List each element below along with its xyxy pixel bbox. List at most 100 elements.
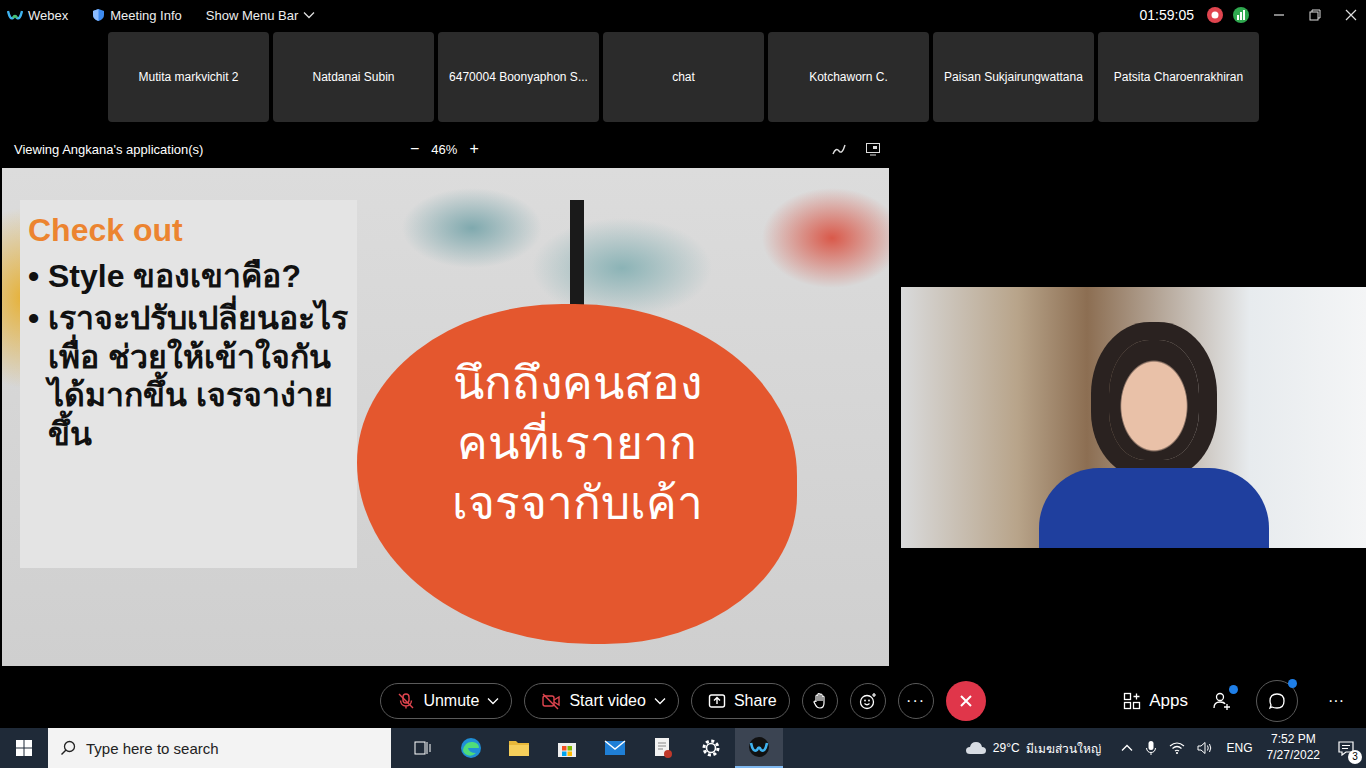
bullet-line: Style ของเขาคือ? — [48, 257, 301, 295]
microphone-icon[interactable] — [1145, 740, 1157, 756]
participant-tile[interactable]: Kotchaworn C. — [768, 32, 929, 122]
participant-tile[interactable]: Patsita Charoenrakhiran — [1098, 32, 1259, 122]
stats-icon[interactable] — [1232, 6, 1250, 24]
microphone-muted-icon — [397, 692, 415, 710]
webex-icon — [746, 736, 772, 758]
app-logo[interactable]: Webex — [7, 8, 68, 23]
recording-icon[interactable] — [1206, 6, 1224, 24]
clock[interactable]: 7:52 PM7/27/2022 — [1267, 732, 1320, 763]
file-explorer-button[interactable] — [495, 728, 543, 768]
more-options-button[interactable]: ··· — [898, 683, 934, 719]
content-area: Check out •Style ของเขาคือ? •เราจะปรับเปลี… — [0, 168, 1366, 666]
close-window-icon[interactable] — [1344, 8, 1358, 22]
webex-screen: Webex Meeting Info Show Menu Bar 01:59:05 Mu… — [0, 0, 1366, 768]
bubble-string — [570, 200, 584, 312]
search-placeholder: Type here to search — [86, 740, 219, 757]
gear-icon — [700, 737, 722, 759]
participant-tile[interactable]: Mutita markvichit 2 — [108, 32, 269, 122]
meeting-controls: Unmute Start video Share ··· Apps ··· — [0, 680, 1366, 716]
bullet-line: ขึ้น — [48, 415, 348, 453]
notifications-button[interactable]: 3 — [1326, 740, 1366, 756]
task-view-icon — [413, 739, 433, 757]
webex-taskbar-button[interactable] — [735, 728, 783, 768]
bullet-marker: • — [28, 299, 48, 453]
meeting-timer: 01:59:05 — [1140, 7, 1195, 23]
leave-meeting-button[interactable] — [946, 681, 986, 721]
smiley-icon — [859, 692, 877, 710]
pop-out-icon[interactable] — [865, 141, 881, 157]
participant-tile[interactable]: 6470004 Boonyaphon S... — [438, 32, 599, 122]
wifi-icon[interactable] — [1169, 741, 1185, 755]
share-label: Share — [734, 692, 777, 710]
share-button[interactable]: Share — [691, 683, 790, 719]
bullet-line: เราจะปรับเปลี่ยนอะไร — [48, 299, 348, 337]
share-bar: Viewing Angkana's application(s)−46%+ — [0, 136, 889, 162]
meeting-info-button[interactable]: Meeting Info — [92, 8, 182, 23]
slide-text-box: Check out •Style ของเขาคือ? •เราจะปรับเปลี… — [20, 200, 357, 568]
document-icon — [652, 736, 674, 760]
raise-hand-button[interactable] — [802, 683, 838, 719]
participants-button[interactable] — [1212, 691, 1232, 711]
unmute-button[interactable]: Unmute — [380, 683, 512, 719]
zoom-out-button[interactable]: − — [410, 140, 419, 158]
restore-icon[interactable] — [1308, 8, 1322, 22]
app-name: Webex — [28, 8, 68, 23]
annotate-icon[interactable] — [831, 141, 847, 157]
slide-heading: Check out — [28, 212, 351, 249]
slide-bullet: •เราจะปรับเปลี่ยนอะไรเพื่อ ช่วยให้เข้าใจ… — [28, 299, 351, 453]
chat-icon — [1267, 691, 1287, 711]
folder-icon — [507, 737, 531, 759]
volume-icon[interactable] — [1197, 741, 1213, 755]
input-language[interactable]: ENG — [1227, 741, 1253, 755]
edge-button[interactable] — [447, 728, 495, 768]
participant-name: 6470004 Boonyaphon S... — [449, 70, 588, 84]
title-bar: Webex Meeting Info Show Menu Bar 01:59:05 — [0, 0, 1366, 30]
bullet-line: ได้มากขึ้น เจรจาง่าย — [48, 376, 348, 414]
presenter-figure — [1039, 340, 1269, 548]
show-menu-bar-button[interactable]: Show Menu Bar — [206, 8, 316, 23]
settings-button[interactable] — [687, 728, 735, 768]
document-app-button[interactable] — [639, 728, 687, 768]
mail-button[interactable] — [591, 728, 639, 768]
mail-icon — [603, 738, 627, 758]
store-icon — [556, 737, 578, 759]
hanging-bubble: นึกถึงคนสองคนที่เรายากเจรจากับเค้า — [357, 200, 797, 644]
start-button[interactable] — [0, 728, 48, 768]
participant-tile[interactable]: chat — [603, 32, 764, 122]
weather-description: มีเมฆส่วนใหญ่ — [1026, 739, 1101, 758]
windows-logo-icon — [16, 740, 32, 756]
apps-icon — [1123, 692, 1141, 710]
shield-icon — [92, 8, 105, 22]
bubble-text: นึกถึงคนสอง — [453, 354, 702, 414]
start-video-button[interactable]: Start video — [524, 683, 678, 719]
chevron-down-icon — [303, 11, 315, 19]
viewing-label: Viewing Angkana's application(s) — [14, 142, 410, 157]
participant-strip: Mutita markvichit 2Natdanai Subin 6470004… — [108, 32, 1366, 122]
task-view-button[interactable] — [399, 728, 447, 768]
participant-tile[interactable]: Natdanai Subin — [273, 32, 434, 122]
meeting-info-label: Meeting Info — [110, 8, 182, 23]
camera-off-icon — [541, 692, 561, 710]
chevron-down-icon[interactable] — [654, 697, 666, 705]
taskbar-search[interactable]: Type here to search — [48, 728, 391, 768]
chevron-up-icon[interactable] — [1121, 744, 1133, 752]
chat-button[interactable] — [1256, 680, 1298, 722]
store-button[interactable] — [543, 728, 591, 768]
bubble-text: เจรจากับเค้า — [452, 474, 703, 534]
zoom-controls: −46%+ — [410, 140, 479, 158]
edge-icon — [459, 736, 483, 760]
cloud-icon — [965, 740, 987, 756]
participant-tile[interactable]: Paisan Sukjairungwattana — [933, 32, 1094, 122]
overflow-menu-button[interactable]: ··· — [1328, 692, 1344, 710]
chevron-down-icon[interactable] — [487, 697, 499, 705]
webex-icon — [7, 8, 23, 22]
apps-button[interactable]: Apps — [1123, 691, 1188, 711]
show-menu-bar-label: Show Menu Bar — [206, 8, 299, 23]
reactions-button[interactable] — [850, 683, 886, 719]
weather-temperature: 29°C — [993, 741, 1020, 755]
zoom-in-button[interactable]: + — [469, 140, 478, 158]
apps-label: Apps — [1149, 691, 1188, 711]
minimize-icon[interactable] — [1272, 8, 1286, 22]
participant-name: Patsita Charoenrakhiran — [1114, 70, 1243, 84]
weather-widget[interactable]: 29°C มีเมฆส่วนใหญ่ — [965, 739, 1101, 758]
